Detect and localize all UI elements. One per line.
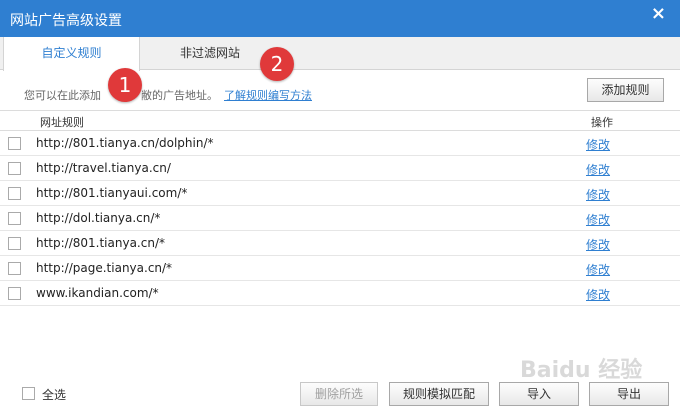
row-url: http://801.tianyaui.com/* [36, 186, 188, 200]
rule-help-link[interactable]: 了解规则编写方法 [224, 89, 312, 102]
table-row: http://dol.tianya.cn/* 修改 [0, 206, 680, 231]
hint-text: 您可以在此添加 敝的广告地址。 了解规则编写方法 [24, 87, 312, 103]
select-all-label: 全选 [42, 388, 67, 402]
table-row: http://801.tianya.cn/* 修改 [0, 231, 680, 256]
export-button[interactable]: 导出 [589, 382, 669, 406]
row-url: www.ikandian.com/* [36, 286, 159, 300]
row-edit-link[interactable]: 修改 [586, 161, 610, 178]
row-checkbox[interactable] [8, 287, 21, 300]
row-url: http://page.tianya.cn/* [36, 261, 173, 275]
row-url: http://travel.tianya.cn/ [36, 161, 171, 175]
add-rule-button[interactable]: 添加规则 [587, 78, 664, 102]
row-checkbox[interactable] [8, 212, 21, 225]
row-checkbox[interactable] [8, 137, 21, 150]
table-row: http://801.tianyaui.com/* 修改 [0, 181, 680, 206]
simulate-match-button[interactable]: 规则模拟匹配 [389, 382, 489, 406]
select-all-checkbox[interactable] [22, 387, 35, 400]
row-checkbox[interactable] [8, 262, 21, 275]
tab-bar: 自定义规则 非过滤网站 [0, 37, 680, 71]
delete-selected-button[interactable]: 删除所选 [300, 382, 378, 406]
row-edit-link[interactable]: 修改 [586, 186, 610, 203]
row-edit-link[interactable]: 修改 [586, 286, 610, 303]
row-url: http://801.tianya.cn/dolphin/* [36, 136, 214, 150]
table-row: www.ikandian.com/* 修改 [0, 281, 680, 306]
table-row: http://travel.tianya.cn/修改 [0, 156, 680, 181]
annotation-badge-1: 1 [108, 68, 142, 102]
row-edit-link[interactable]: 修改 [586, 236, 610, 253]
footer: 全选 删除所选 规则模拟匹配 导入 导出 [0, 378, 680, 420]
tab-unfiltered-sites[interactable]: 非过滤网站 [140, 37, 280, 70]
rule-list: 网址规则 操作 http://801.tianya.cn/dolphin/* 修改… [0, 110, 680, 378]
row-url: http://dol.tianya.cn/* [36, 211, 161, 225]
close-icon[interactable]: × [651, 5, 666, 23]
table-row: http://page.tianya.cn/* 修改 [0, 256, 680, 281]
import-button[interactable]: 导入 [499, 382, 579, 406]
row-checkbox[interactable] [8, 187, 21, 200]
annotation-badge-2: 2 [260, 47, 294, 81]
row-edit-link[interactable]: 修改 [586, 211, 610, 228]
row-checkbox[interactable] [8, 237, 21, 250]
column-header-url: 网址规则 [40, 116, 84, 129]
column-header-op: 操作 [591, 116, 613, 129]
row-url: http://801.tianya.cn/* [36, 236, 165, 250]
list-header: 网址规则 操作 [0, 111, 680, 131]
row-checkbox[interactable] [8, 162, 21, 175]
row-edit-link[interactable]: 修改 [586, 261, 610, 278]
title-bar: 网站广告高级设置 × [0, 0, 680, 37]
hint-text-start: 您可以在此添加 [24, 89, 101, 102]
row-edit-link[interactable]: 修改 [586, 136, 610, 153]
window-title: 网站广告高级设置 [10, 13, 122, 29]
hint-text-end: 敝的广告地址。 [141, 89, 218, 102]
table-row: http://801.tianya.cn/dolphin/* 修改 [0, 131, 680, 156]
tab-custom-rules[interactable]: 自定义规则 [3, 37, 140, 71]
